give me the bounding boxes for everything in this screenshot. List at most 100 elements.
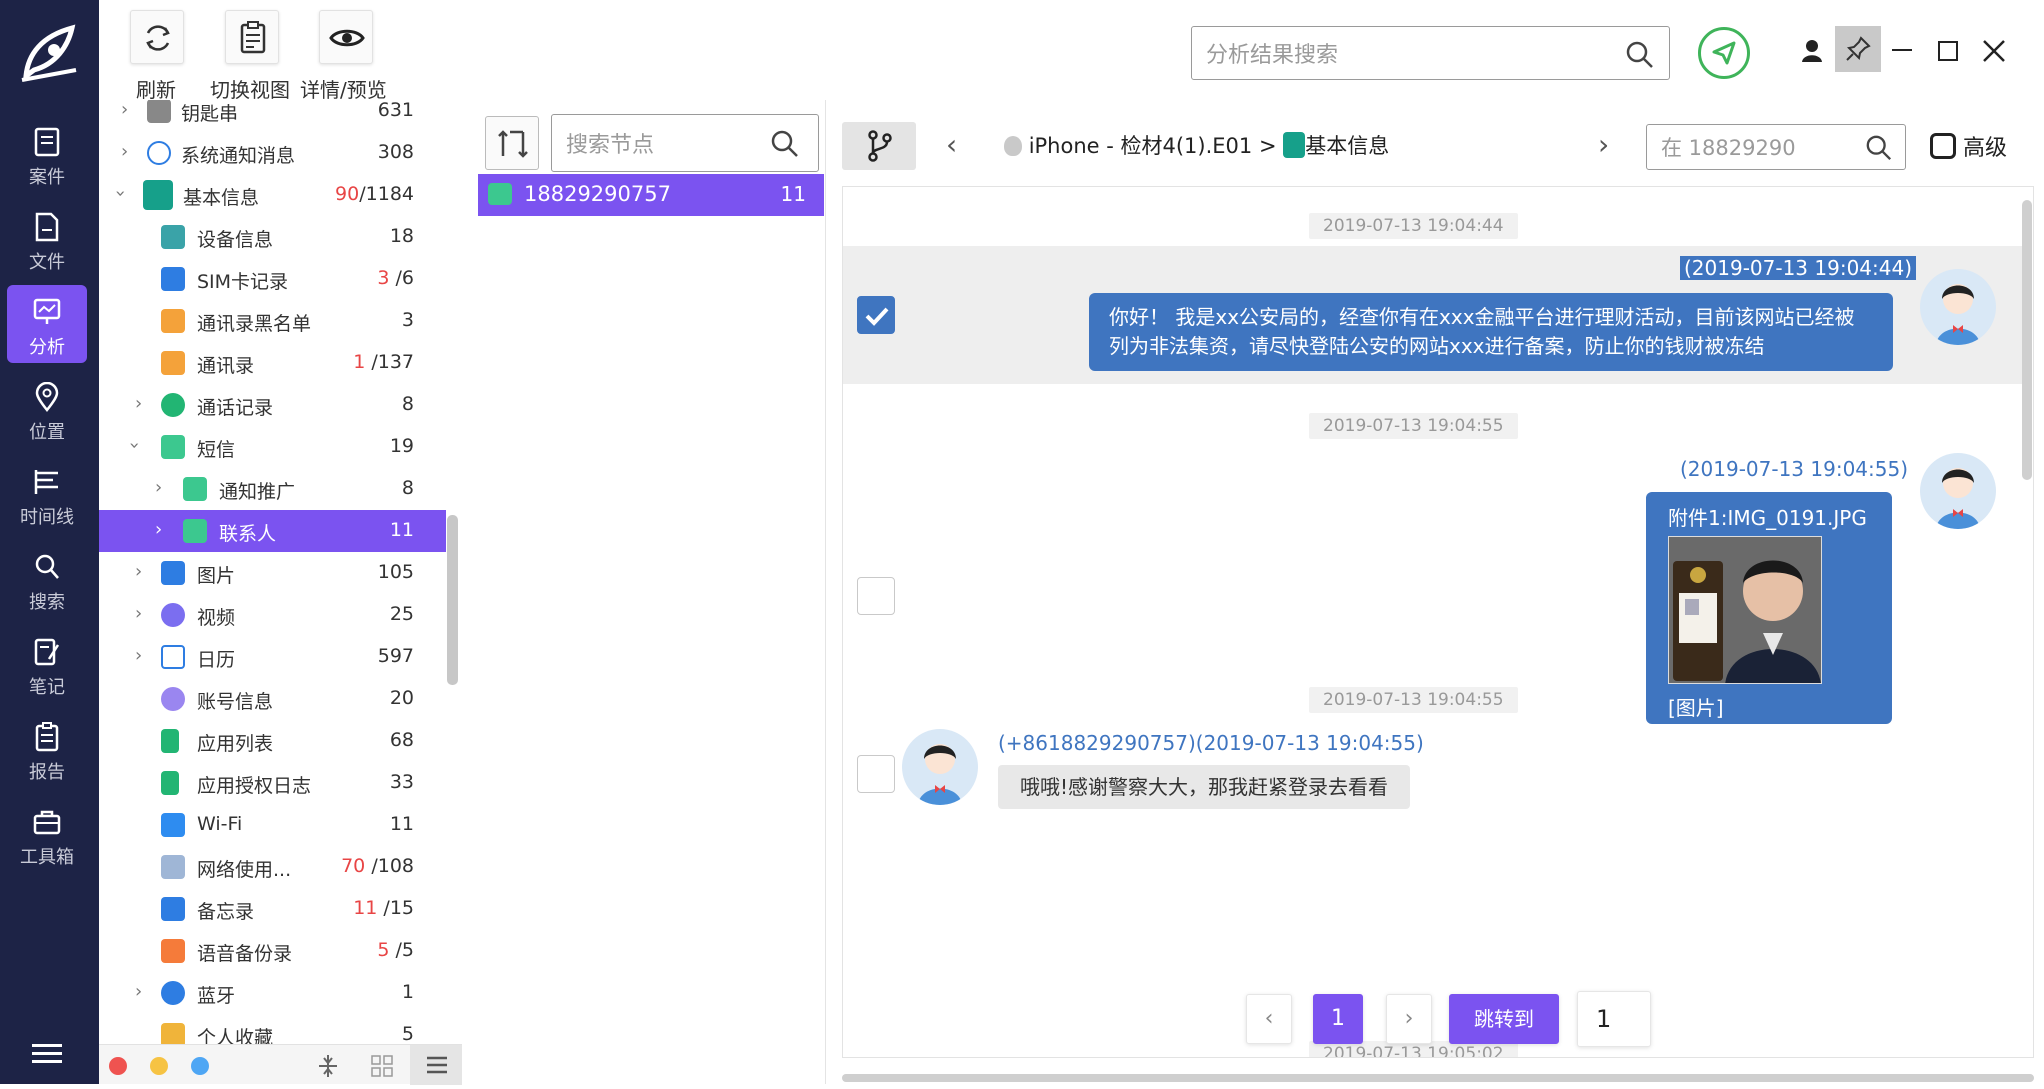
tree-item-videos[interactable]: › 视频 25: [99, 594, 446, 636]
red-dot-icon[interactable]: [109, 1057, 127, 1075]
avatar: [1920, 453, 1996, 529]
message-text: 哦哦!感谢警察大大，那我赶紧登录去看看: [1020, 775, 1389, 799]
refresh-icon: [146, 25, 170, 51]
attachment-caption: [图片]: [1668, 696, 1724, 720]
category-tree: › 钥匙串 631 › 系统通知消息 308 › 基本信息 90/1184 设备…: [99, 100, 446, 1044]
refresh-button[interactable]: [130, 10, 184, 64]
breadcrumb-device[interactable]: iPhone - 检材4(1).E01: [1029, 134, 1253, 158]
message-bubble: 哦哦!感谢警察大大，那我赶紧登录去看看: [998, 765, 1411, 809]
tree-item-call-records[interactable]: › 通话记录 8: [99, 384, 446, 426]
node-item-count: 11: [780, 182, 806, 206]
yellow-dot-icon[interactable]: [150, 1057, 168, 1075]
breadcrumb-basic-info[interactable]: 基本信息: [1305, 134, 1389, 158]
tree-item-sms[interactable]: › 短信 19: [99, 426, 446, 468]
tree-item-app-list[interactable]: 应用列表 68: [99, 720, 446, 762]
nav-report[interactable]: 报告: [7, 710, 87, 788]
switch-view-label: 切换视图: [210, 78, 290, 102]
grid-view-icon[interactable]: [369, 1053, 395, 1079]
message-checkbox[interactable]: [857, 577, 895, 615]
breadcrumb-next-icon[interactable]: ›: [1598, 128, 1609, 161]
tree-item-contacts[interactable]: 通讯录 1 /137: [99, 342, 446, 384]
tree-item-keychain[interactable]: › 钥匙串 631: [99, 100, 446, 132]
tree-scrollbar-thumb[interactable]: [447, 515, 458, 685]
tree-item-sim-records[interactable]: SIM卡记录 3 /6: [99, 258, 446, 300]
wifi-icon: [161, 813, 185, 837]
database-search-icon: [1930, 133, 1956, 159]
tree-item-system-notification[interactable]: › 系统通知消息 308: [99, 132, 446, 174]
next-page-button[interactable]: ›: [1386, 994, 1432, 1044]
tree-item-network-usage[interactable]: 网络使用... 70 /108: [99, 846, 446, 888]
tree-item-voice-backup[interactable]: 语音备份录 5 /5: [99, 930, 446, 972]
node-item[interactable]: 18829290757 11: [478, 174, 824, 216]
tree-item-calendar[interactable]: › 日历 597: [99, 636, 446, 678]
attachment-image[interactable]: [1668, 536, 1822, 684]
tree-item-device-info[interactable]: 设备信息 18: [99, 216, 446, 258]
tree-item-contacts-blacklist[interactable]: 通讯录黑名单 3: [99, 300, 446, 342]
sms-icon: [488, 183, 512, 205]
breadcrumb-prev-icon[interactable]: ‹: [946, 128, 957, 161]
branch-button[interactable]: [842, 122, 916, 170]
nav-search[interactable]: 搜索: [7, 540, 87, 618]
attachment-bubble[interactable]: 附件1:IMG_0191.JPG [图片]: [1646, 492, 1892, 724]
notes-icon: [34, 638, 60, 666]
message-search-input[interactable]: 在 18829290: [1646, 124, 1906, 170]
message-row[interactable]: (2019-07-13 19:04:44) 你好！ 我是xx公安局的，经查你有在…: [843, 246, 2023, 384]
nav-notes[interactable]: 笔记: [7, 625, 87, 703]
close-icon[interactable]: [1981, 38, 2007, 64]
time-chip: 2019-07-13 19:04:55: [1309, 413, 1518, 439]
send-icon: [1712, 41, 1736, 65]
attachment-name: 附件1:IMG_0191.JPG: [1668, 506, 1867, 530]
user-icon[interactable]: [1800, 38, 1824, 64]
current-page-button[interactable]: 1: [1313, 994, 1363, 1044]
nav-case[interactable]: 案件: [7, 115, 87, 193]
message-checkbox[interactable]: [857, 755, 895, 793]
clipboard-icon: [240, 21, 266, 54]
analysis-search-input[interactable]: 分析结果搜索: [1191, 26, 1670, 80]
message-scrollbar[interactable]: [2022, 200, 2032, 480]
list-icon: [161, 729, 179, 753]
switch-view-button[interactable]: [225, 10, 279, 64]
nav-location[interactable]: 位置: [7, 370, 87, 448]
pin-icon: [1846, 36, 1871, 61]
tree-item-notification-promo[interactable]: › 通知推广 8: [99, 468, 446, 510]
nav-analysis[interactable]: 分析: [7, 285, 87, 363]
send-button[interactable]: [1698, 27, 1750, 79]
toolbox-icon: [33, 810, 61, 835]
nav-file[interactable]: 文件: [7, 200, 87, 278]
list-view-icon[interactable]: [410, 1045, 462, 1085]
tree-bottom-bar: [99, 1044, 462, 1085]
tree-item-contact-person[interactable]: › 联系人 11: [99, 510, 446, 552]
prev-page-button[interactable]: ‹: [1246, 994, 1292, 1044]
horizontal-scrollbar[interactable]: [842, 1074, 2034, 1082]
page-number-input[interactable]: 1: [1577, 991, 1651, 1047]
menu-icon[interactable]: [32, 1044, 62, 1066]
phone-info-icon: [1283, 132, 1306, 158]
location-icon: [35, 382, 59, 412]
tree-item-favorites[interactable]: 个人收藏 5: [99, 1014, 446, 1044]
message-checkbox[interactable]: [857, 296, 895, 334]
device-info-icon: [161, 225, 185, 249]
pin-button[interactable]: [1835, 26, 1881, 72]
tree-item-app-auth-log[interactable]: 应用授权日志 33: [99, 762, 446, 804]
tree-item-wifi[interactable]: Wi-Fi 11: [99, 804, 446, 846]
advanced-search-button[interactable]: 高级: [1930, 130, 2007, 166]
collapse-icon[interactable]: [315, 1053, 341, 1079]
favorites-icon: [161, 1023, 185, 1044]
tree-item-pictures[interactable]: › 图片 105: [99, 552, 446, 594]
blue-dot-icon[interactable]: [191, 1057, 209, 1075]
details-preview-button[interactable]: [319, 10, 373, 64]
sms-icon: [161, 435, 185, 459]
tree-item-memo[interactable]: 备忘录 11 /15: [99, 888, 446, 930]
tree-item-basic-info[interactable]: › 基本信息 90/1184: [99, 174, 446, 216]
report-icon: [35, 722, 59, 752]
nav-timeline[interactable]: 时间线: [7, 455, 87, 533]
sort-button[interactable]: [485, 116, 539, 170]
tree-item-bluetooth[interactable]: › 蓝牙 1: [99, 972, 446, 1014]
voice-icon: [161, 939, 185, 963]
maximize-icon[interactable]: [1938, 41, 1958, 61]
minimize-icon[interactable]: [1892, 49, 1912, 51]
node-search-input[interactable]: 搜索节点: [551, 114, 819, 172]
jump-to-button[interactable]: 跳转到: [1449, 994, 1559, 1044]
nav-toolbox[interactable]: 工具箱: [7, 795, 87, 873]
tree-item-accounts[interactable]: 账号信息 20: [99, 678, 446, 720]
